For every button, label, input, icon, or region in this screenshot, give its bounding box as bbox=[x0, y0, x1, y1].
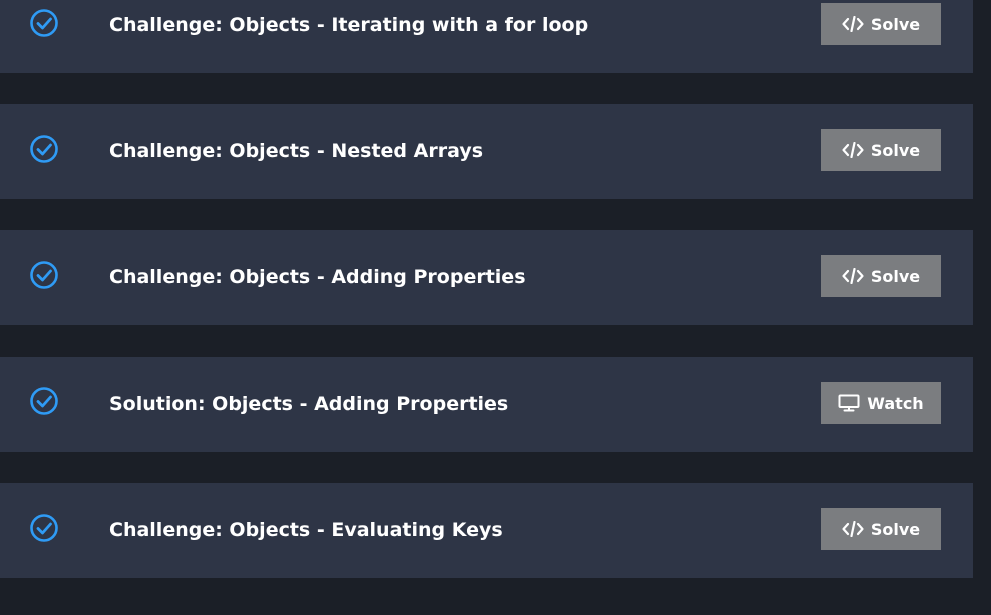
solve-button[interactable]: Solve bbox=[821, 255, 941, 297]
lesson-row: Challenge: Objects - Iterating with a fo… bbox=[0, 0, 973, 73]
lesson-row: Challenge: Objects - Adding Properties S… bbox=[0, 230, 973, 325]
solve-button-label: Solve bbox=[870, 14, 921, 34]
watch-button-label: Watch bbox=[867, 393, 924, 413]
lesson-title[interactable]: Challenge: Objects - Adding Properties bbox=[109, 262, 526, 292]
lesson-row: Challenge: Objects - Evaluating Keys Sol… bbox=[0, 483, 973, 578]
lesson-title[interactable]: Solution: Objects - Adding Properties bbox=[109, 389, 508, 419]
lesson-list: Challenge: Objects - Iterating with a fo… bbox=[0, 0, 991, 615]
lesson-row: Solution: Objects - Adding Properties Wa… bbox=[0, 357, 973, 452]
check-circle-icon bbox=[29, 134, 59, 164]
monitor-icon bbox=[838, 394, 860, 412]
solve-button-label: Solve bbox=[870, 140, 921, 160]
lesson-title[interactable]: Challenge: Objects - Nested Arrays bbox=[109, 136, 483, 166]
solve-button[interactable]: Solve bbox=[821, 129, 941, 171]
watch-button[interactable]: Watch bbox=[821, 382, 941, 424]
check-circle-icon bbox=[29, 513, 59, 543]
solve-button-label: Solve bbox=[870, 519, 921, 539]
solve-button-label: Solve bbox=[870, 266, 921, 286]
solve-button[interactable]: Solve bbox=[821, 3, 941, 45]
solve-button[interactable]: Solve bbox=[821, 508, 941, 550]
lesson-title[interactable]: Challenge: Objects - Iterating with a fo… bbox=[109, 10, 588, 40]
lesson-row: Challenge: Objects - Nested Arrays Solve bbox=[0, 104, 973, 199]
code-icon bbox=[842, 142, 864, 158]
lesson-title[interactable]: Challenge: Objects - Evaluating Keys bbox=[109, 515, 503, 545]
code-icon bbox=[842, 268, 864, 284]
check-circle-icon bbox=[29, 386, 59, 416]
check-circle-icon bbox=[29, 8, 59, 38]
code-icon bbox=[842, 521, 864, 537]
check-circle-icon bbox=[29, 260, 59, 290]
code-icon bbox=[842, 16, 864, 32]
